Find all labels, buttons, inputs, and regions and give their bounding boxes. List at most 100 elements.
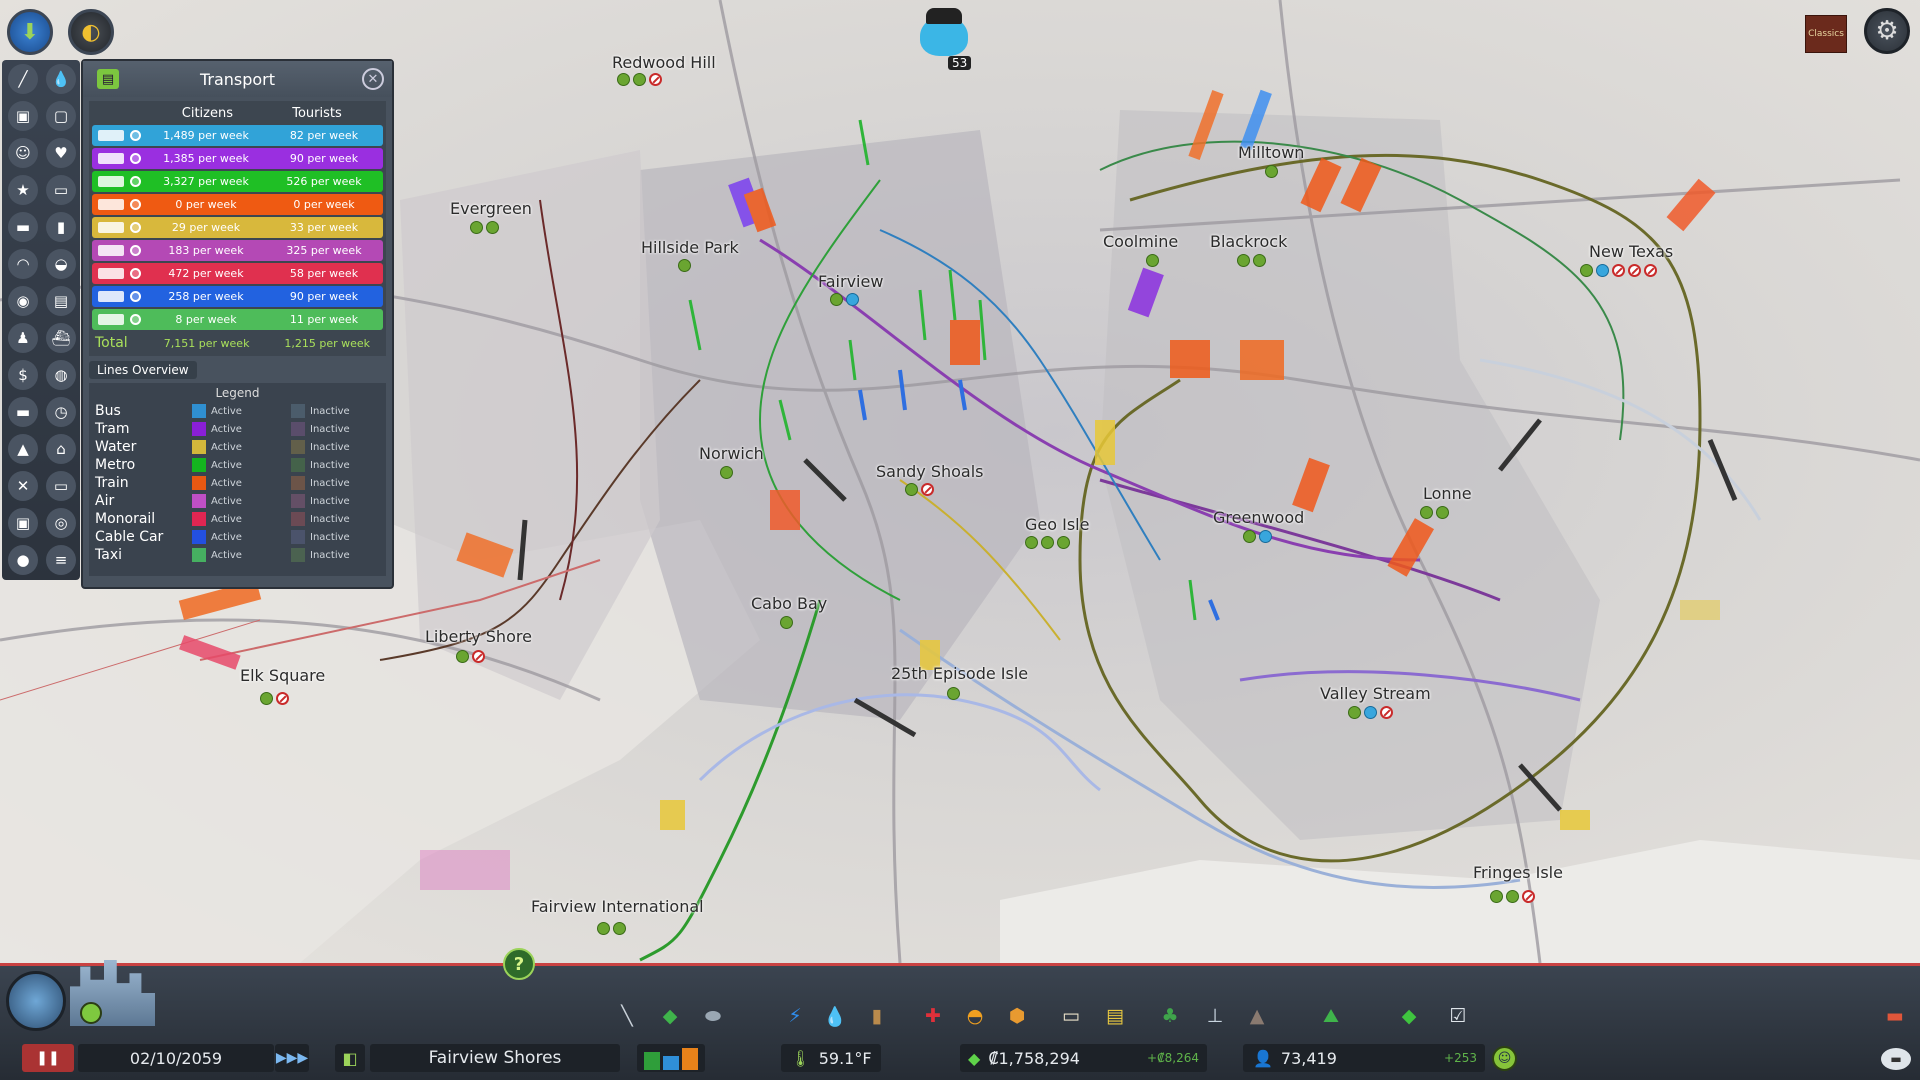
electricity-icon[interactable]: ⚡ [780,1001,810,1031]
unlock-milestones-button[interactable]: ⬇ [7,9,53,55]
person-icon[interactable]: ♟ [8,323,38,353]
active-swatch [192,494,206,508]
road-icon[interactable]: ╲ [612,1001,642,1031]
district-label[interactable]: Evergreen [450,199,532,218]
tools-icon[interactable]: ✕ [8,471,38,501]
tube-icon[interactable]: ▮ [46,212,76,242]
train-icon[interactable]: ▬ [8,397,38,427]
star-icon[interactable]: ★ [8,175,38,205]
heart-icon[interactable]: ♥ [46,138,76,168]
ticket-icon[interactable]: ▭ [46,175,76,205]
zoning-icon[interactable]: ◆ [655,1001,685,1031]
speed-button[interactable]: ▶▶▶ [275,1044,309,1072]
fire-icon[interactable]: ◓ [960,1001,990,1031]
district-label[interactable]: Sandy Shoals [876,462,983,481]
magnify-icon[interactable] [130,222,141,233]
radio-button[interactable]: Classics [1805,15,1847,53]
lines-overview-tab[interactable]: Lines Overview [89,361,197,379]
district-label[interactable]: Cabo Bay [751,594,827,613]
gas-mask-icon[interactable]: ◉ [8,286,38,316]
vehicle-icon [1253,254,1266,267]
district-label[interactable]: Coolmine [1103,232,1178,251]
city-info-button[interactable] [6,971,66,1031]
chirper-button[interactable]: 53 [920,6,976,70]
help-button[interactable]: ? [503,948,535,980]
money-icon[interactable]: ◆ [1394,1001,1424,1031]
battery-icon[interactable]: ▭ [46,471,76,501]
smile-icon[interactable]: ☺ [8,138,38,168]
district-label[interactable]: Fairview International [531,897,704,916]
bulldozer-icon[interactable]: ▬ [1880,1001,1910,1031]
demand-meter[interactable] [637,1044,705,1072]
district-label[interactable]: Liberty Shore [425,627,532,646]
temperature-value: 59.1°F [818,1048,872,1068]
public-transport-icon[interactable]: ▤ [1100,1001,1130,1031]
water-icon[interactable]: 💧 [820,1001,850,1031]
wonders-icon[interactable]: ▲ [1242,1001,1272,1031]
city-name[interactable]: Fairview Shores [370,1044,620,1072]
chat-bubble-button[interactable]: ▬ [1881,1048,1911,1070]
district-label[interactable]: 25th Episode Isle [891,664,1028,683]
radio-icon[interactable]: ◎ [46,508,76,538]
healthcare-icon[interactable]: ✚ [918,1001,948,1031]
education-icon[interactable]: ▭ [1056,1001,1086,1031]
globe-icon[interactable]: ◍ [46,360,76,390]
ship-icon[interactable]: ⛴ [46,323,76,353]
beautification-icon[interactable]: ♣ [1155,1001,1185,1031]
district-label[interactable]: Milltown [1238,143,1304,162]
panel-header[interactable]: ▤ Transport ✕ [83,61,392,97]
magnify-icon[interactable] [130,153,141,164]
police-icon[interactable]: ⬢ [1002,1001,1032,1031]
district-label[interactable]: Lonne [1423,484,1472,503]
pause-button[interactable]: ❚❚ [22,1044,74,1072]
district-label[interactable]: Valley Stream [1320,684,1431,703]
box-icon[interactable]: ▢ [46,101,76,131]
info-views-button[interactable]: ◐ [68,9,114,55]
district-label[interactable]: Fairview [818,272,883,291]
helmet-icon[interactable]: ◠ [8,249,38,279]
list-icon[interactable]: ≡ [46,545,76,575]
landscaping-icon[interactable]: ⛰ [1316,1001,1346,1031]
car-icon[interactable]: ▬ [8,212,38,242]
clock-icon[interactable]: ◷ [46,397,76,427]
district-label[interactable]: Norwich [699,444,764,463]
money-display[interactable]: ◆ ₡1,758,294 +₡8,264 [960,1044,1207,1072]
magnify-icon[interactable] [130,245,141,256]
garbage-icon[interactable]: ▣ [8,101,38,131]
money-icon[interactable]: $ [8,360,38,390]
policies-button[interactable]: ◧ [335,1044,365,1072]
monuments-icon[interactable]: ⊥ [1200,1001,1230,1031]
district-label[interactable]: Hillside Park [641,238,739,257]
traffic-icon[interactable]: ● [8,545,38,575]
terrain-icon[interactable]: ▲ [8,434,38,464]
magnify-icon[interactable] [130,314,141,325]
magnify-icon[interactable] [130,176,141,187]
ship-icon [98,222,124,233]
roads-icon[interactable]: ╱ [8,64,38,94]
district-label[interactable]: Geo Isle [1025,515,1089,534]
district-label[interactable]: Greenwood [1213,508,1304,527]
district-label[interactable]: Elk Square [240,666,325,685]
water-drop-icon[interactable]: 💧 [46,64,76,94]
district-label[interactable]: New Texas [1589,242,1673,261]
settings-button[interactable]: ⚙ [1864,8,1910,54]
magnify-icon[interactable] [130,291,141,302]
district-label[interactable]: Redwood Hill [612,53,716,72]
district-label[interactable]: Blackrock [1210,232,1287,251]
district-icon[interactable]: ⬬ [698,1001,728,1031]
police-icon[interactable]: ◒ [46,249,76,279]
district-icons [617,73,662,86]
magnify-icon[interactable] [130,268,141,279]
population-display[interactable]: 👤 73,419 +253 [1243,1044,1485,1072]
close-button[interactable]: ✕ [362,68,384,90]
magnify-icon[interactable] [130,130,141,141]
magnify-icon[interactable] [130,199,141,210]
garbage-icon[interactable]: ▮ [862,1001,892,1031]
district-label[interactable]: Fringes Isle [1473,863,1563,882]
checklist-icon[interactable]: ☑ [1443,1001,1473,1031]
bus-icon[interactable]: ▤ [46,286,76,316]
classics-logo: Classics [1808,29,1844,39]
house-icon[interactable]: ⌂ [46,434,76,464]
camera-icon[interactable]: ▣ [8,508,38,538]
happiness-icon[interactable]: ☺ [1492,1046,1517,1071]
